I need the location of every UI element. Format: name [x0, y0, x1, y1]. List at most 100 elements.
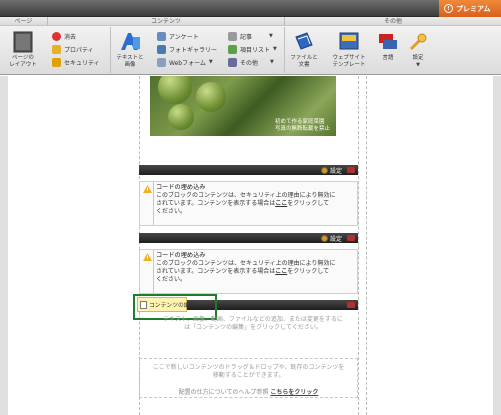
page-layout-label-1: ページの	[12, 55, 34, 61]
notice-text: コードの埋め込み このブロックのコンテンツは、セキュリティ上の理由により無効に …	[156, 252, 352, 284]
settings-button[interactable]: 設定 ▼	[404, 31, 432, 69]
embedded-code-notice: コードの埋め込み このブロックのコンテンツは、セキュリティ上の理由により無効に …	[139, 181, 358, 226]
text-image-label-2: 画像	[124, 62, 136, 68]
notice-line-2: されています。コンテンツを表示する場合はここをクリックして	[156, 200, 352, 208]
property-button[interactable]: プロパティ	[52, 44, 94, 54]
security-button[interactable]: セキュリティ	[52, 57, 100, 67]
language-label: 言語	[382, 55, 394, 61]
notice-text: コードの埋め込み このブロックのコンテンツは、セキュリティ上の理由により無効に …	[156, 184, 352, 216]
page-layout-button[interactable]: ページの レイアウト	[4, 31, 42, 69]
website-template-button[interactable]: ウェブサイト テンプレート	[324, 31, 374, 69]
article-label: 記事	[240, 33, 253, 41]
language-button[interactable]: 言語	[376, 31, 400, 62]
website-template-label-2: テンプレート	[332, 62, 366, 68]
notice-title: コードの埋め込み	[156, 184, 206, 191]
chevron-down-icon: ▼	[208, 59, 213, 65]
document-icon	[140, 300, 147, 309]
right-margin	[493, 76, 501, 415]
block-settings-button[interactable]: 設定	[320, 234, 342, 243]
drop-zone-help: 配置の仕方についてのヘルプ参照 こちらをクリック	[140, 387, 357, 396]
drop-zone-text: ここで新しいコンテンツのドラッグ＆ドロップや、既存のコンテンツを 移動することが…	[140, 364, 357, 380]
group-title-page: ページ	[0, 17, 48, 26]
text-image-label-1: テキストと	[116, 55, 144, 61]
wrench-icon	[409, 33, 427, 51]
text-image-button[interactable]: テキストと 画像	[112, 31, 148, 69]
header-photo[interactable]: 初めて作る家庭菜園 写真の無断転載を禁止	[150, 76, 336, 136]
item-list-label: 項目リスト	[240, 46, 271, 54]
drop-zone-line-2: 移動することができます。	[212, 372, 285, 379]
article-button[interactable]: 記事 ▼	[228, 31, 273, 41]
ribbon-divider	[110, 27, 111, 73]
photo-caption-line-2: 写真の無断転載を禁止	[274, 126, 330, 132]
tomato-shape	[168, 104, 194, 130]
notice-line-3: ください。	[156, 208, 187, 215]
content-other-label: その他	[240, 59, 259, 67]
notice-here-link[interactable]: ここ	[275, 200, 287, 207]
gear-icon	[320, 167, 328, 174]
tomato-shape	[158, 76, 192, 104]
gallery-icon	[157, 44, 166, 54]
file-doc-label-1: ファイルと	[290, 55, 318, 61]
content-placeholder: テキスト、画像、動画、ファイルなどの追加、または変更をするに は「コンテンツの編…	[148, 316, 358, 332]
photo-gallery-button[interactable]: フォトギャラリー	[157, 44, 217, 54]
web-form-button[interactable]: Webフォーム ▼	[157, 57, 213, 67]
notice-line-1: このブロックのコンテンツは、セキュリティ上の理由により無効に	[156, 260, 336, 267]
property-icon	[52, 44, 61, 54]
settings-label: 設定	[412, 55, 424, 61]
item-list-button[interactable]: 項目リスト ▼	[228, 44, 277, 54]
drop-zone[interactable]: ここで新しいコンテンツのドラッグ＆ドロップや、既存のコンテンツを 移動することが…	[139, 358, 358, 398]
embedded-code-notice: コードの埋め込み このブロックのコンテンツは、セキュリティ上の理由により無効に …	[139, 249, 358, 294]
block-settings-label: 設定	[329, 168, 342, 175]
chevron-down-icon: ▼	[273, 46, 277, 52]
notice-divider	[153, 250, 154, 293]
notice-line-2: されています。コンテンツを表示する場合はここをクリックして	[156, 268, 352, 276]
notice-line-2-text: されています。コンテンツを表示する場合は	[156, 268, 276, 275]
gear-icon	[320, 235, 328, 242]
delete-label: 消去	[64, 33, 77, 41]
drop-zone-help-prefix: 配置の仕方についてのヘルプ参照	[178, 389, 269, 396]
tomato-shape	[196, 82, 226, 112]
content-other-button[interactable]: その他 ▼	[228, 57, 274, 67]
web-form-icon	[157, 57, 166, 67]
page-layout-icon	[13, 31, 33, 53]
block-settings-button[interactable]: 設定	[320, 166, 342, 175]
property-label: プロパティ	[64, 46, 94, 54]
file-doc-icon	[295, 32, 313, 50]
premium-button[interactable]: ! プレミアム	[439, 0, 501, 17]
notice-divider	[153, 182, 154, 225]
notice-here-link[interactable]: ここ	[275, 268, 287, 275]
item-list-icon	[228, 44, 237, 54]
photo-caption-line-1: 初めて作る家庭菜園	[274, 119, 325, 125]
delete-button[interactable]: 消去	[52, 31, 76, 41]
drop-zone-line-1: ここで新しいコンテンツのドラッグ＆ドロップや、既存のコンテンツを	[152, 364, 345, 371]
text-image-icon	[121, 33, 140, 50]
close-icon[interactable]	[347, 302, 355, 308]
close-icon[interactable]	[347, 235, 355, 241]
notice-line-2-tail: をクリックして	[287, 268, 330, 275]
web-form-label: Webフォーム	[169, 59, 206, 67]
block-toolbar: 設定	[139, 233, 358, 243]
photo-caption: 初めて作る家庭菜園 写真の無断転載を禁止	[275, 119, 330, 133]
notice-title: コードの埋め込み	[156, 252, 206, 259]
photo-gallery-label: フォトギャラリー	[169, 46, 218, 54]
chevron-down-icon: ▼	[270, 59, 274, 65]
close-icon[interactable]	[347, 167, 355, 173]
file-doc-button[interactable]: ファイルと 文書	[287, 31, 321, 69]
notice-line-2-tail: をクリックして	[287, 200, 330, 207]
left-margin	[0, 76, 8, 415]
survey-button[interactable]: アンケート	[157, 31, 199, 41]
premium-label: プレミアム	[456, 4, 491, 13]
ribbon-toolbar: ページ コンテンツ その他 ページの レイアウト 消去 プロパティ セキュリティ…	[0, 17, 501, 75]
grid-icon	[228, 57, 237, 67]
warning-icon	[143, 185, 152, 193]
placeholder-line-2: は「コンテンツの編集」をクリックしてください。	[184, 324, 322, 331]
edit-content-button[interactable]: コンテンツの編集	[137, 297, 195, 312]
layout-guide-outer	[366, 76, 367, 415]
security-label: セキュリティ	[64, 59, 100, 67]
website-template-label-1: ウェブサイト	[332, 55, 366, 61]
lock-icon	[52, 57, 61, 67]
chevron-down-icon: ▼	[269, 33, 273, 39]
block-toolbar: 設定	[139, 165, 358, 175]
survey-icon	[157, 31, 166, 41]
drop-zone-help-link[interactable]: こちらをクリック	[270, 389, 318, 396]
